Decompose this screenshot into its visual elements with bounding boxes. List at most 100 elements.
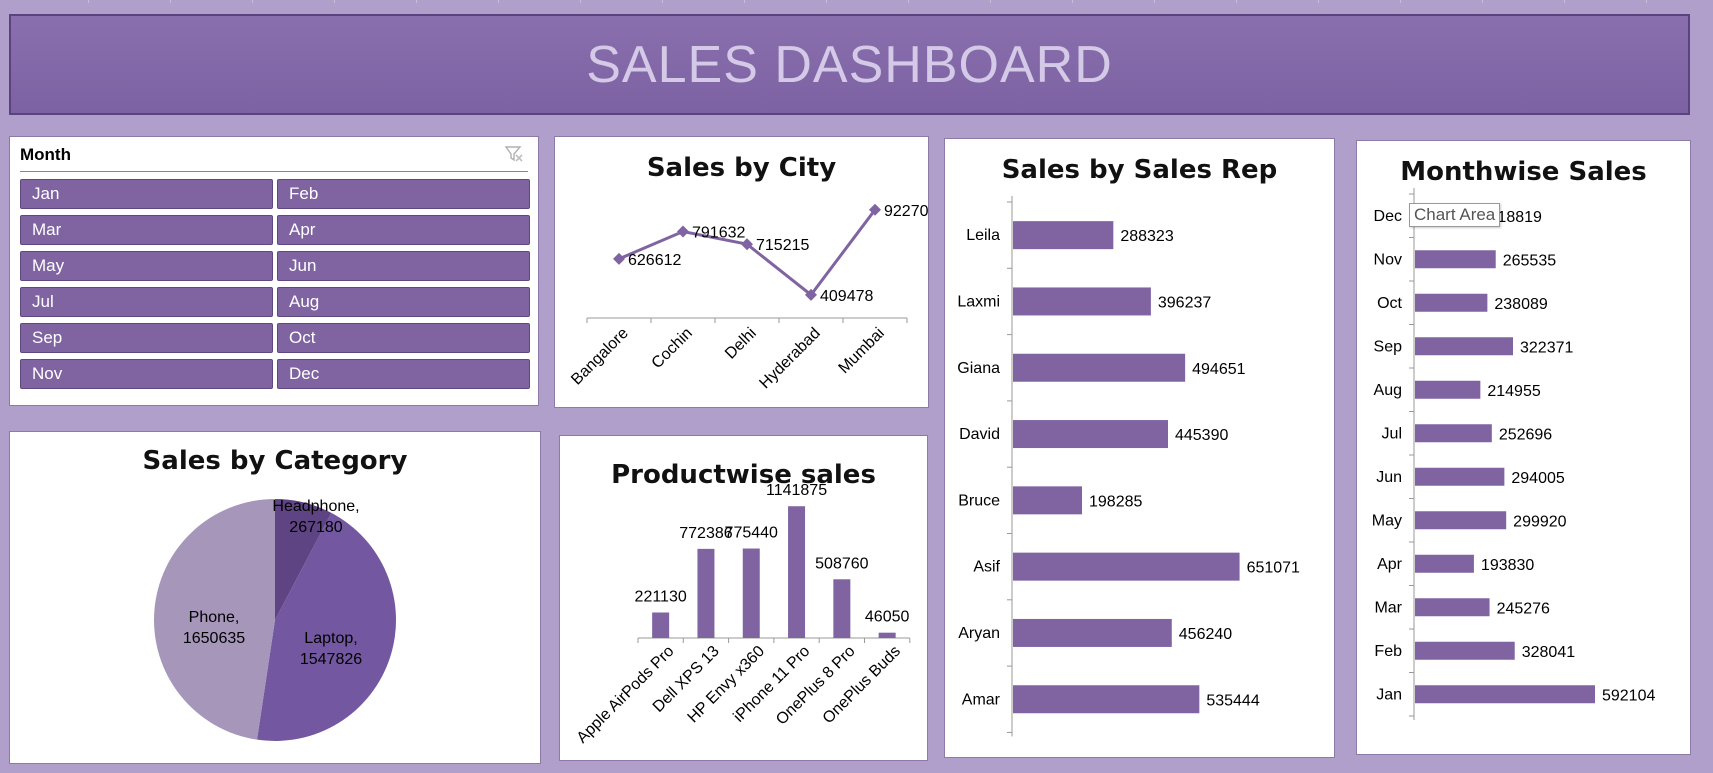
y-tick-label: Leila [966, 227, 1000, 244]
data-label: 1141875 [766, 482, 827, 499]
slicer-item-jan[interactable]: Jan [20, 179, 273, 209]
category-pie-chart: Headphone, 267180 Laptop, 1547826 Phone, 1650… [154, 498, 396, 741]
x-tick-label: Delhi [722, 325, 760, 363]
slice-label-name: Phone, [189, 609, 240, 626]
gridline [1482, 0, 1483, 3]
chart-monthwise-sales[interactable]: Monthwise Sales 218819 Dec 265535 Nov 238089… [1356, 140, 1691, 755]
data-label: 445390 [1175, 427, 1228, 444]
data-label: 265535 [1503, 252, 1556, 269]
y-tick-label: Aryan [958, 625, 1000, 642]
bar [1415, 685, 1595, 704]
bar [1415, 424, 1492, 443]
slicer-item-jun[interactable]: Jun [277, 251, 530, 281]
gridline [1646, 0, 1647, 3]
slicer-item-jul[interactable]: Jul [20, 287, 273, 317]
data-label: 775440 [725, 525, 778, 542]
gridline [580, 0, 581, 3]
data-label: 193830 [1481, 557, 1534, 574]
slicer-item-feb[interactable]: Feb [277, 179, 530, 209]
bar [742, 548, 760, 638]
x-tick-label: OnePlus Buds [820, 643, 904, 727]
slicer-item-mar[interactable]: Mar [20, 215, 273, 245]
slicer-header: Month [20, 145, 71, 164]
data-label: 245276 [1497, 600, 1550, 617]
y-tick-label: May [1372, 512, 1402, 529]
slicer-item-apr[interactable]: Apr [277, 215, 530, 245]
bar [1013, 486, 1083, 515]
y-tick-label: Asif [973, 559, 1000, 576]
y-tick-label: Jul [1382, 425, 1402, 442]
slicer-item-may[interactable]: May [20, 251, 273, 281]
gridline [908, 0, 909, 3]
x-tick-label: Mumbai [836, 325, 888, 377]
y-tick-label: Bruce [958, 492, 1000, 509]
slicer-item-aug[interactable]: Aug [277, 287, 530, 317]
chart-sales-by-city[interactable]: Sales by City 626612 Bangalore 791632 Cochi… [554, 136, 929, 408]
month-slicer[interactable]: Month Jan Feb Mar Apr May Jun Jul Aug Se… [9, 136, 539, 406]
bar [1013, 221, 1114, 250]
slicer-item-dec[interactable]: Dec [277, 359, 530, 389]
gridline [88, 0, 89, 3]
bar [1415, 467, 1505, 486]
gridline [334, 0, 335, 3]
y-tick-label: David [959, 426, 1000, 443]
data-label: 651071 [1247, 560, 1300, 577]
y-tick-label: Mar [1374, 599, 1402, 616]
chart-area-tooltip: Chart Area [1409, 203, 1501, 227]
y-tick-label: Feb [1374, 643, 1402, 660]
y-tick-label: Jun [1376, 469, 1402, 486]
gridline [1236, 0, 1237, 3]
y-tick-label: Giana [957, 360, 1000, 377]
data-label: 221130 [635, 588, 687, 605]
y-tick-label: Oct [1377, 295, 1402, 312]
slice-label-value: 1650635 [183, 630, 245, 647]
bar [1415, 380, 1481, 399]
data-label: 626612 [628, 252, 681, 269]
gridline [662, 0, 663, 3]
slicer-divider [20, 171, 528, 172]
bar [878, 632, 896, 638]
y-tick-label: Nov [1374, 251, 1402, 268]
slice-label-value: 267180 [289, 519, 342, 536]
data-label: 715215 [756, 237, 809, 254]
bar [1415, 250, 1496, 269]
y-tick-label: Laxmi [957, 293, 1000, 310]
chart-sales-by-category[interactable]: Sales by Category Headphone, 267180 Laptop… [9, 431, 541, 764]
data-label: 46050 [865, 609, 910, 626]
y-tick-label: Sep [1374, 338, 1403, 355]
data-label: 328041 [1522, 644, 1575, 661]
x-tick-label: Bangalore [568, 325, 632, 389]
slicer-item-nov[interactable]: Nov [20, 359, 273, 389]
y-tick-label: Dec [1374, 208, 1402, 225]
slice-label-name: Headphone, [272, 498, 359, 515]
slicer-item-sep[interactable]: Sep [20, 323, 273, 353]
gridline [498, 0, 499, 3]
gridline [252, 0, 253, 3]
gridline [826, 0, 827, 3]
x-tick-label: OnePlus 8 Pro [773, 643, 859, 729]
dashboard-title: SALES DASHBOARD [586, 35, 1113, 94]
data-label: 238089 [1494, 296, 1547, 313]
clear-filter-icon[interactable] [504, 145, 524, 163]
data-label: 535444 [1206, 692, 1259, 709]
bar [1415, 511, 1507, 530]
data-label: 198285 [1089, 493, 1142, 510]
chart-productwise-sales[interactable]: Productwise sales 221130 Apple AirPods Pr… [559, 435, 928, 761]
slice-label-name: Laptop, [304, 630, 357, 647]
y-tick-label: Apr [1377, 556, 1403, 573]
data-point [677, 225, 689, 238]
data-label: 396237 [1158, 294, 1211, 311]
slicer-item-oct[interactable]: Oct [277, 323, 530, 353]
data-label: 409478 [820, 288, 873, 305]
gridline [170, 0, 171, 3]
chart-sales-by-rep[interactable]: Sales by Sales Rep 288323 Leila 396237 Laxm… [944, 138, 1335, 758]
data-label: 508760 [815, 555, 868, 572]
data-label: 494651 [1192, 361, 1245, 378]
product-bar-chart: 221130Apple AirPods Pro772386Dell XPS 13… [574, 482, 911, 747]
bar [1013, 685, 1200, 714]
data-label: 252696 [1499, 426, 1552, 443]
dashboard-title-banner[interactable]: SALES DASHBOARD [9, 14, 1690, 115]
bar [1415, 641, 1515, 660]
gridline [744, 0, 745, 3]
bar [1013, 287, 1151, 316]
